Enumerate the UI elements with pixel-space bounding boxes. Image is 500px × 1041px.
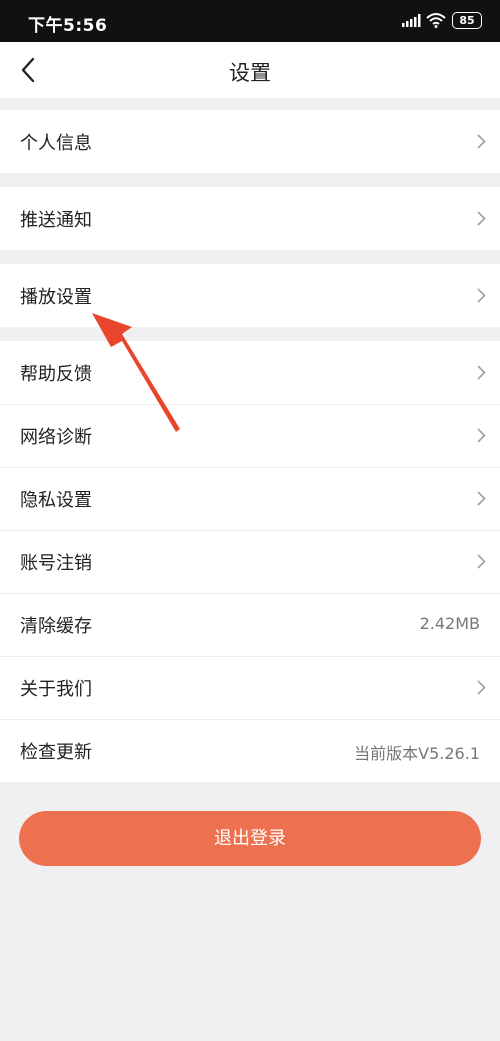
section-push: 推送通知: [0, 187, 500, 250]
signal-icon: [402, 14, 421, 27]
row-label: 隐私设置: [20, 490, 92, 511]
page-title: 设置: [229, 61, 271, 85]
row-push-notifications[interactable]: 推送通知: [0, 187, 500, 250]
chevron-right-icon: [477, 288, 486, 303]
row-label: 账号注销: [20, 553, 92, 574]
row-privacy-settings[interactable]: 隐私设置: [0, 467, 500, 530]
nav-bar: 设置: [0, 42, 500, 98]
status-bar: 下午5:56 85: [0, 0, 500, 42]
row-label: 检查更新: [20, 742, 92, 763]
chevron-right-icon: [477, 491, 486, 506]
row-account-cancellation[interactable]: 账号注销: [0, 530, 500, 593]
status-time: 下午5:56: [28, 16, 108, 36]
row-label: 清除缓存: [20, 616, 92, 637]
version-value: 当前版本V5.26.1: [354, 744, 480, 763]
row-label: 个人信息: [20, 133, 92, 154]
section-playback: 播放设置: [0, 264, 500, 327]
cache-size-value: 2.42MB: [419, 614, 480, 633]
row-label: 推送通知: [20, 210, 92, 231]
wifi-icon: [426, 13, 446, 28]
row-clear-cache[interactable]: 清除缓存 2.42MB: [0, 593, 500, 656]
row-playback-settings[interactable]: 播放设置: [0, 264, 500, 327]
chevron-right-icon: [477, 211, 486, 226]
chevron-right-icon: [477, 428, 486, 443]
row-help-feedback[interactable]: 帮助反馈: [0, 341, 500, 404]
section-personal: 个人信息: [0, 110, 500, 173]
row-label: 关于我们: [20, 679, 92, 700]
row-label: 帮助反馈: [20, 364, 92, 385]
row-personal-info[interactable]: 个人信息: [0, 110, 500, 173]
chevron-right-icon: [477, 680, 486, 695]
row-network-diagnosis[interactable]: 网络诊断: [0, 404, 500, 467]
battery-icon: 85: [452, 12, 482, 29]
row-label: 播放设置: [20, 287, 92, 308]
chevron-right-icon: [477, 134, 486, 149]
chevron-right-icon: [477, 365, 486, 380]
section-misc: 帮助反馈 网络诊断 隐私设置 账号注销 清除缓存 2.42MB 关于我们 检查更…: [0, 341, 500, 782]
row-check-update[interactable]: 检查更新 当前版本V5.26.1: [0, 719, 500, 782]
row-label: 网络诊断: [20, 427, 92, 448]
logout-button[interactable]: 退出登录: [19, 811, 481, 866]
chevron-right-icon: [477, 554, 486, 569]
row-about-us[interactable]: 关于我们: [0, 656, 500, 719]
